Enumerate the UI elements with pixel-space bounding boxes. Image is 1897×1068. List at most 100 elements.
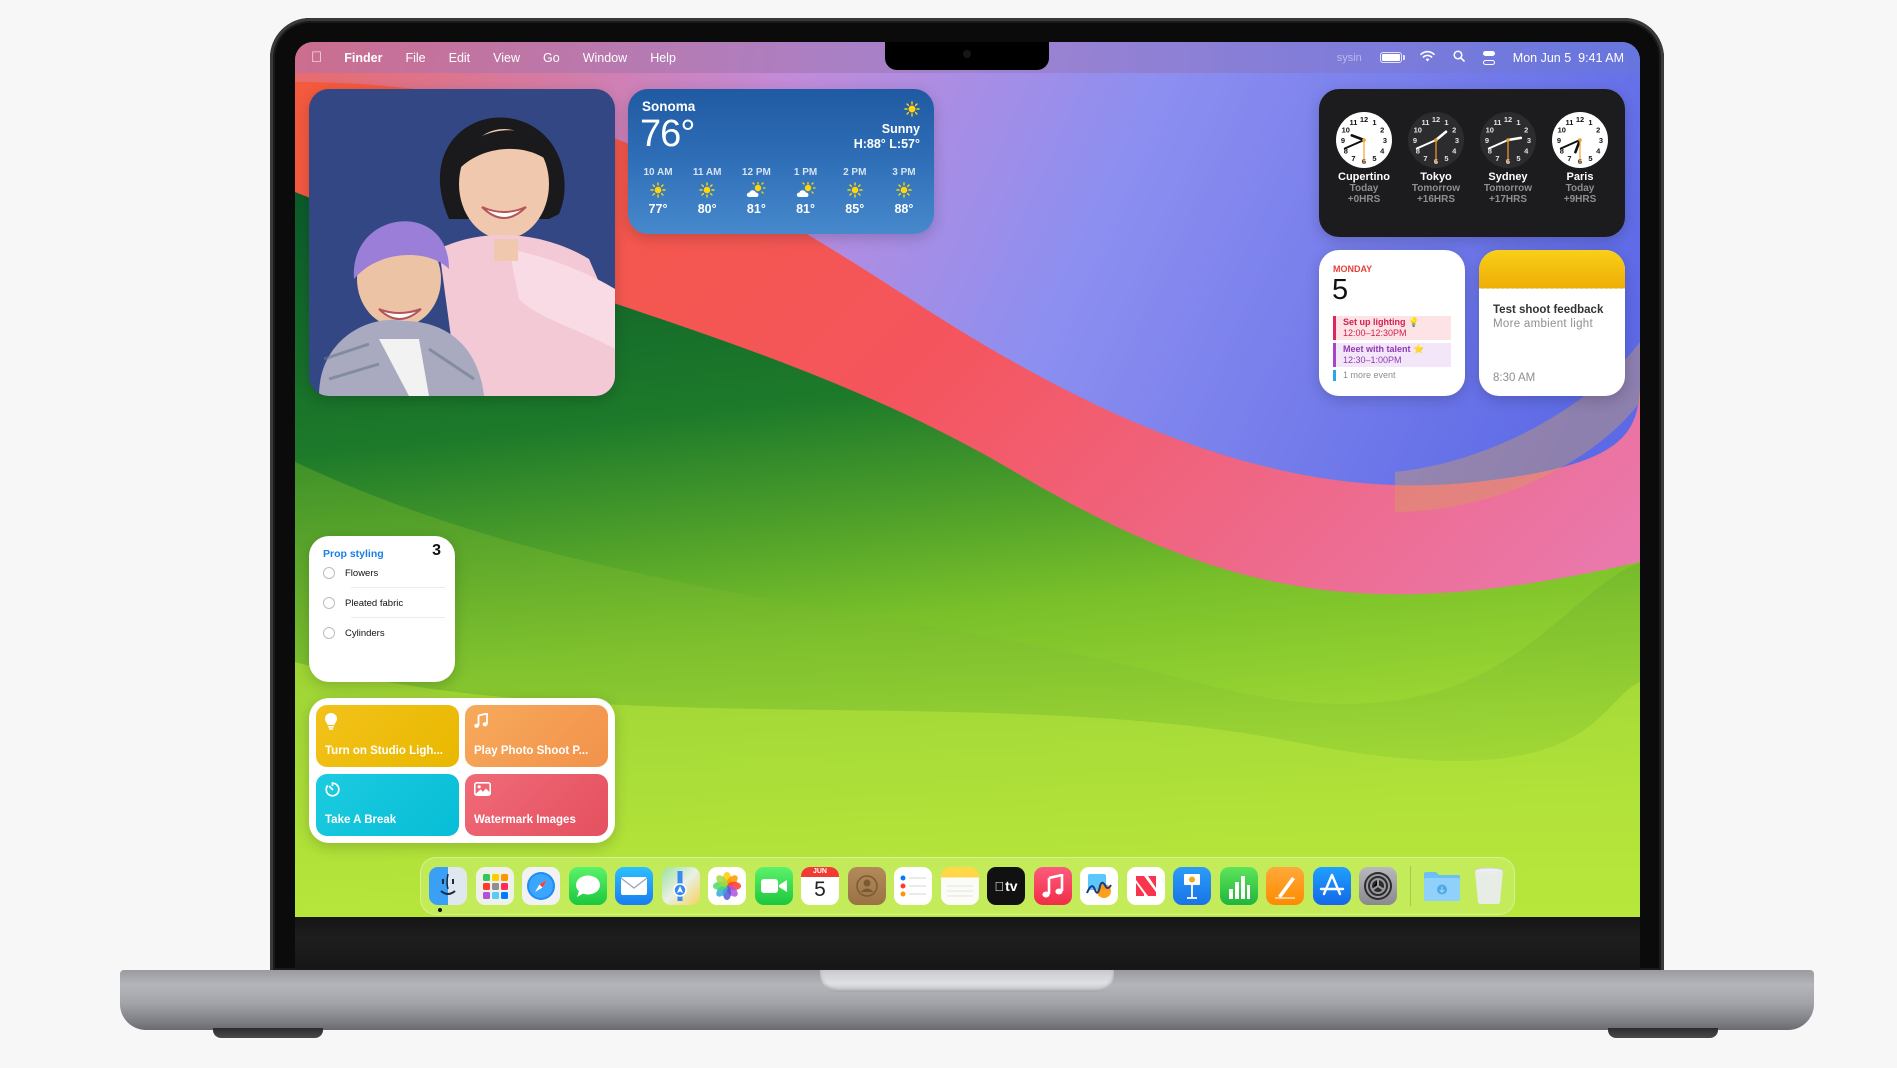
wifi-icon[interactable] bbox=[1419, 50, 1435, 65]
keynote-icon[interactable] bbox=[1173, 867, 1211, 905]
numbers-icon[interactable] bbox=[1219, 867, 1258, 905]
menu-go[interactable]: Go bbox=[543, 51, 560, 65]
menu-time: 9:41 AM bbox=[1578, 50, 1624, 65]
app-store-icon[interactable] bbox=[1312, 867, 1351, 905]
music-icon[interactable] bbox=[1033, 867, 1072, 905]
menu-view[interactable]: View bbox=[493, 51, 520, 65]
apple-tv-icon[interactable]: tv bbox=[987, 867, 1025, 905]
world-clock: 123456789101112 Cupertino Today +0HRS bbox=[1329, 111, 1399, 205]
svg-text:12: 12 bbox=[1432, 115, 1440, 124]
menu-file[interactable]: File bbox=[405, 51, 425, 65]
clock-face-icon: 123456789101112 bbox=[1480, 112, 1536, 168]
calendar-event[interactable]: Meet with talent ⭐ 12:30–1:00PM bbox=[1333, 343, 1451, 367]
reminder-checkbox[interactable] bbox=[323, 627, 335, 639]
clock-face-icon: 123456789101112 bbox=[1336, 112, 1392, 168]
menu-window[interactable]: Window bbox=[583, 51, 627, 65]
clock-day: Tomorrow bbox=[1483, 183, 1533, 194]
menu-help[interactable]: Help bbox=[650, 51, 676, 65]
system-settings-icon[interactable] bbox=[1359, 867, 1397, 905]
contacts-icon[interactable] bbox=[847, 867, 886, 905]
weather-summary: Sunny H:88° L:57° bbox=[854, 122, 920, 152]
menu-edit[interactable]: Edit bbox=[449, 51, 471, 65]
calendar-more-events[interactable]: 1 more event bbox=[1333, 370, 1396, 381]
photos-widget[interactable] bbox=[309, 89, 615, 396]
laptop-foot-right bbox=[1608, 1028, 1718, 1038]
svg-text:7: 7 bbox=[1423, 154, 1427, 163]
control-center-icon[interactable] bbox=[1482, 50, 1495, 65]
shortcut-button[interactable]: Watermark Images bbox=[465, 774, 608, 836]
svg-text:2: 2 bbox=[1380, 126, 1384, 135]
downloads-folder-icon[interactable] bbox=[1423, 867, 1461, 905]
search-icon[interactable] bbox=[1453, 50, 1465, 65]
event-time: 12:30–1:00PM bbox=[1343, 355, 1402, 365]
weather-widget[interactable]: Sonoma 76° Sunny H:88° L:57° 10 AM 77° 11… bbox=[628, 89, 934, 234]
partly-cloudy-icon bbox=[734, 178, 778, 202]
freeform-icon[interactable] bbox=[1080, 867, 1118, 905]
shortcut-label: Turn on Studio Ligh... bbox=[325, 745, 443, 757]
photos-icon[interactable] bbox=[708, 867, 746, 905]
reminders-icon[interactable] bbox=[894, 867, 932, 905]
svg-text:12: 12 bbox=[1360, 115, 1368, 124]
maps-icon[interactable] bbox=[661, 867, 700, 905]
reminder-checkbox[interactable] bbox=[323, 597, 335, 609]
reminder-checkbox[interactable] bbox=[323, 567, 335, 579]
partly-cloudy-icon bbox=[784, 178, 828, 202]
forecast-time: 12 PM bbox=[741, 167, 771, 178]
reminder-item: Cylinders bbox=[323, 618, 445, 648]
reminder-text: Flowers bbox=[345, 567, 379, 579]
svg-text:2: 2 bbox=[1524, 126, 1528, 135]
svg-text:5: 5 bbox=[1444, 154, 1448, 163]
forecast-temp: 88° bbox=[894, 202, 914, 216]
news-icon[interactable] bbox=[1126, 867, 1165, 905]
hourly-forecast-item: 10 AM 77° bbox=[636, 167, 680, 216]
calendar-icon-day: 5 bbox=[814, 878, 826, 901]
forecast-temp: 81° bbox=[796, 202, 816, 216]
weather-hourly-forecast: 10 AM 77° 11 AM 80° 12 PM 81° 1 PM 81° 2 PM … bbox=[636, 167, 926, 216]
clock-offset: +9HRS bbox=[1563, 194, 1597, 205]
facetime-icon[interactable] bbox=[754, 867, 793, 905]
trash-icon[interactable] bbox=[1470, 867, 1508, 905]
event-title: Set up lighting 💡 bbox=[1343, 317, 1420, 327]
svg-text:10: 10 bbox=[1414, 126, 1422, 135]
input-source-label[interactable]: sysin bbox=[1337, 52, 1362, 64]
finder-icon[interactable] bbox=[429, 867, 467, 905]
svg-text:12: 12 bbox=[1504, 115, 1512, 124]
reminders-widget[interactable]: Prop styling 3 Flowers Pleated fabric Cy… bbox=[309, 536, 455, 682]
messages-icon[interactable] bbox=[568, 867, 607, 905]
svg-text:1: 1 bbox=[1372, 118, 1376, 127]
calendar-icon[interactable]: JUN 5 bbox=[801, 867, 839, 905]
note-body: More ambient light bbox=[1493, 318, 1593, 330]
launchpad-icon[interactable] bbox=[475, 867, 514, 905]
shortcut-button[interactable]: Turn on Studio Ligh... bbox=[316, 705, 459, 767]
notes-icon[interactable] bbox=[940, 867, 979, 905]
clock-day: Tomorrow bbox=[1411, 183, 1461, 194]
dock-divider bbox=[1409, 866, 1411, 906]
safari-icon[interactable] bbox=[522, 867, 560, 905]
calendar-widget[interactable]: MONDAY 5 Set up lighting 💡 12:00–12:30PM… bbox=[1319, 250, 1465, 396]
mail-icon[interactable] bbox=[615, 867, 653, 905]
menu-clock[interactable]: Mon Jun 5 9:41 AM bbox=[1513, 51, 1624, 65]
clock-face-icon: 123456789101112 bbox=[1552, 112, 1608, 168]
svg-text:3: 3 bbox=[1527, 136, 1531, 145]
svg-text:11: 11 bbox=[1494, 118, 1502, 127]
photo-icon bbox=[474, 782, 491, 799]
calendar-event[interactable]: Set up lighting 💡 12:00–12:30PM bbox=[1333, 316, 1451, 340]
sun-icon bbox=[882, 178, 926, 202]
world-clock-widget[interactable]: 123456789101112 Cupertino Today +0HRS 12… bbox=[1319, 89, 1625, 237]
screen:  Finder File Edit View Go Window Help s… bbox=[295, 42, 1640, 917]
notes-widget[interactable]: Test shoot feedback More ambient light 8… bbox=[1479, 250, 1625, 396]
svg-text:1: 1 bbox=[1588, 118, 1592, 127]
forecast-temp: 85° bbox=[845, 202, 865, 216]
calendar-weekday: MONDAY bbox=[1333, 264, 1373, 274]
shortcut-button[interactable]: Play Photo Shoot P... bbox=[465, 705, 608, 767]
apple-logo-icon[interactable]:  bbox=[311, 49, 322, 66]
forecast-temp: 81° bbox=[746, 202, 766, 216]
pages-icon[interactable] bbox=[1266, 867, 1304, 905]
battery-icon[interactable] bbox=[1379, 52, 1405, 63]
svg-text:9: 9 bbox=[1485, 136, 1489, 145]
world-clock: 123456789101112 Paris Today +9HRS bbox=[1545, 111, 1615, 205]
menu-app-name[interactable]: Finder bbox=[344, 51, 382, 65]
hourly-forecast-item: 2 PM 85° bbox=[833, 167, 877, 216]
shortcut-button[interactable]: Take A Break bbox=[316, 774, 459, 836]
clock-offset: +17HRS bbox=[1488, 194, 1528, 205]
